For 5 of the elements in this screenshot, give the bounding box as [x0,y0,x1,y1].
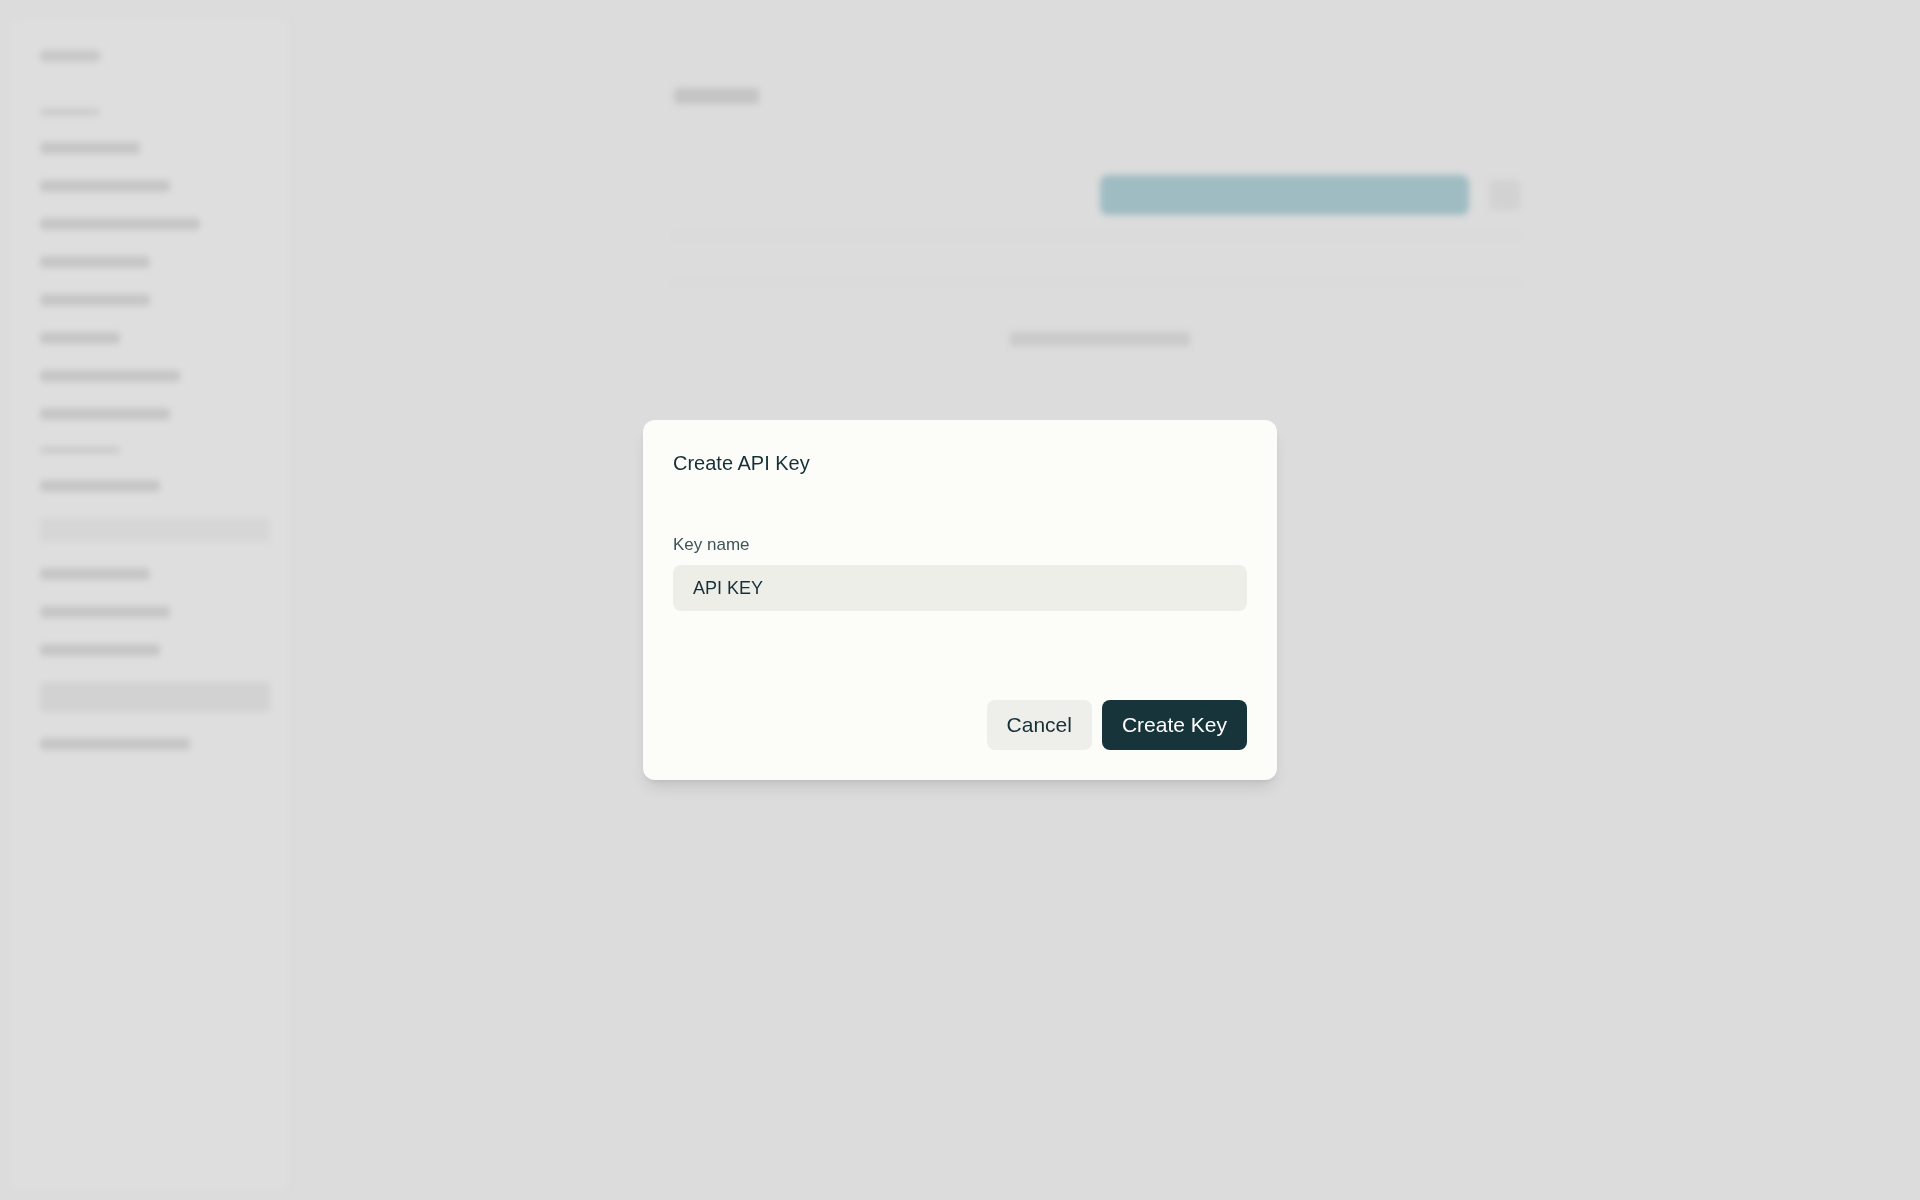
cancel-button[interactable]: Cancel [986,700,1092,750]
create-key-button[interactable]: Create Key [1101,700,1247,750]
dialog-title: Create API Key [673,451,811,476]
key-name-field[interactable]: API KEY [673,565,1247,611]
field-label: Key name [673,534,751,556]
